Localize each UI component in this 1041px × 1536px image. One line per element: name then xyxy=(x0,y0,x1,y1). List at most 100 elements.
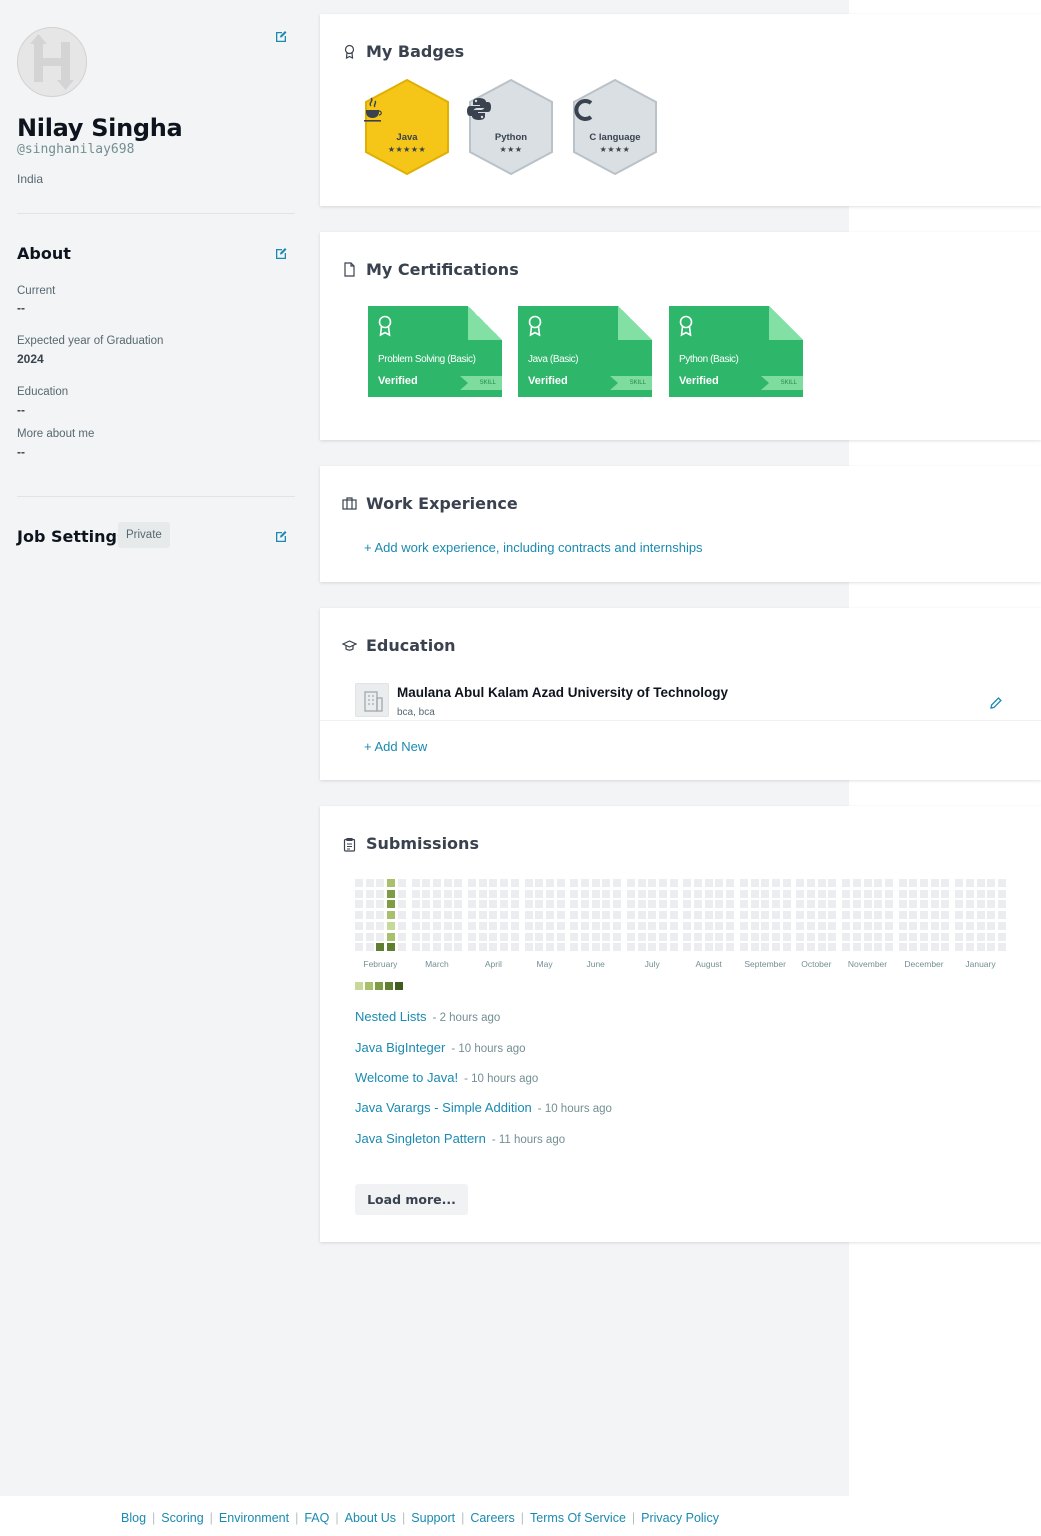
heatmap-cell xyxy=(842,879,851,887)
edit-education-icon[interactable] xyxy=(989,696,1003,710)
heatmap-cell xyxy=(683,900,692,909)
heatmap-cell xyxy=(874,911,883,920)
heatmap-cell xyxy=(535,889,544,898)
certificate-java[interactable]: Java (Basic) Verified SKILL xyxy=(518,306,652,397)
heatmap-cell xyxy=(591,932,600,941)
heatmap-cell xyxy=(941,900,950,909)
footer-link-scoring[interactable]: Scoring xyxy=(161,1511,203,1525)
heatmap-cell xyxy=(535,900,544,909)
heatmap-cell xyxy=(761,932,770,941)
footer-link-faq[interactable]: FAQ xyxy=(304,1511,329,1525)
edit-job-settings-icon[interactable] xyxy=(274,529,288,543)
submission-title[interactable]: Nested Lists xyxy=(355,1009,427,1024)
heatmap-cell xyxy=(454,921,463,930)
heatmap-cell xyxy=(443,911,452,920)
heatmap-cell xyxy=(920,900,928,909)
heatmap-cell xyxy=(581,911,589,920)
load-more-button[interactable]: Load more... xyxy=(355,1184,468,1215)
heatmap-cell xyxy=(739,889,748,898)
heatmap-cell xyxy=(807,900,815,909)
submission-title[interactable]: Java BigInteger xyxy=(355,1040,445,1055)
submission-time: - 10 hours ago xyxy=(537,1103,612,1115)
about-more-label: More about me xyxy=(17,428,95,440)
heatmap-cell xyxy=(955,921,964,930)
certificate-python[interactable]: Python (Basic) Verified SKILL xyxy=(669,306,803,397)
heatmap-cell xyxy=(930,932,939,941)
add-work-experience-link[interactable]: + Add work experience, including contrac… xyxy=(364,540,703,555)
heatmap-cell xyxy=(930,911,939,920)
heatmap-cell xyxy=(817,921,826,930)
footer-link-environment[interactable]: Environment xyxy=(219,1511,289,1525)
badge-c-language[interactable]: C language ★★★★ xyxy=(570,78,660,176)
ribbon-icon xyxy=(679,315,693,337)
badge-python[interactable]: Python ★★★ xyxy=(466,78,556,176)
heatmap-cell xyxy=(715,879,724,887)
heatmap-cell xyxy=(658,921,667,930)
footer-link-terms-of-service[interactable]: Terms Of Service xyxy=(530,1511,626,1525)
heatmap-cell xyxy=(570,932,579,941)
heatmap-cell xyxy=(920,911,928,920)
heatmap-cell xyxy=(771,879,780,887)
heatmap-cell xyxy=(874,889,883,898)
heatmap-cell xyxy=(874,900,883,909)
heatmap-cell xyxy=(771,911,780,920)
heatmap-cell xyxy=(510,921,519,930)
heatmap-cell xyxy=(739,932,748,941)
submission-title[interactable]: Java Singleton Pattern xyxy=(355,1131,486,1146)
footer-link-support[interactable]: Support xyxy=(411,1511,455,1525)
heatmap-cell xyxy=(965,932,974,941)
heatmap-cell xyxy=(987,943,996,952)
avatar[interactable] xyxy=(17,27,87,97)
heatmap-cell xyxy=(987,911,996,920)
footer-link-privacy-policy[interactable]: Privacy Policy xyxy=(641,1511,719,1525)
heatmap-cell xyxy=(909,900,918,909)
heatmap-cell xyxy=(930,943,939,952)
heatmap-cell xyxy=(704,932,713,941)
about-graduation-label: Expected year of Graduation xyxy=(17,335,164,347)
certificate-tag: SKILL xyxy=(460,376,502,390)
heatmap-cell xyxy=(771,900,780,909)
badge-icon xyxy=(342,44,357,59)
heatmap-cell xyxy=(976,943,985,952)
heatmap-cell xyxy=(694,932,702,941)
heatmap-cell xyxy=(591,879,600,887)
heatmap-cell xyxy=(637,932,646,941)
heatmap-cell xyxy=(454,943,463,952)
footer-link-about-us[interactable]: About Us xyxy=(345,1511,396,1525)
heatmap-cell xyxy=(898,921,907,930)
clipboard-icon xyxy=(342,837,357,852)
heatmap-cell xyxy=(739,943,748,952)
heatmap-cell xyxy=(715,921,724,930)
heatmap-cell xyxy=(863,900,872,909)
heatmap-cell xyxy=(602,921,611,930)
briefcase-icon xyxy=(342,496,357,511)
submission-title[interactable]: Welcome to Java! xyxy=(355,1070,458,1085)
heatmap-cell xyxy=(432,943,441,952)
heatmap-cell xyxy=(909,911,918,920)
submission-title[interactable]: Java Varargs - Simple Addition xyxy=(355,1100,532,1115)
heatmap-cell xyxy=(704,921,713,930)
heatmap-cell xyxy=(976,932,985,941)
heatmap-cell xyxy=(828,911,837,920)
heatmap-cell xyxy=(884,889,893,898)
heatmap-cell xyxy=(626,889,635,898)
add-education-link[interactable]: + Add New xyxy=(364,739,427,754)
footer-link-careers[interactable]: Careers xyxy=(470,1511,514,1525)
certificate-problem-solving[interactable]: Problem Solving (Basic) Verified SKILL xyxy=(368,306,502,397)
certificate-tag: SKILL xyxy=(761,376,803,390)
heatmap-cell xyxy=(955,943,964,952)
heatmap-cell xyxy=(376,921,385,930)
heatmap-cell xyxy=(874,932,883,941)
heatmap-cell xyxy=(852,943,861,952)
heatmap-cell xyxy=(432,889,441,898)
heatmap-cell xyxy=(422,911,431,920)
graduation-cap-icon xyxy=(342,638,357,653)
footer-link-blog[interactable]: Blog xyxy=(121,1511,146,1525)
heatmap-cell xyxy=(842,943,851,952)
edit-profile-icon[interactable] xyxy=(274,29,288,43)
heatmap-cell xyxy=(454,879,463,887)
heatmap-cell xyxy=(626,921,635,930)
badge-java[interactable]: Java ★★★★★ xyxy=(362,78,452,176)
heatmap-month-label: December xyxy=(904,959,944,969)
edit-about-icon[interactable] xyxy=(274,246,288,260)
